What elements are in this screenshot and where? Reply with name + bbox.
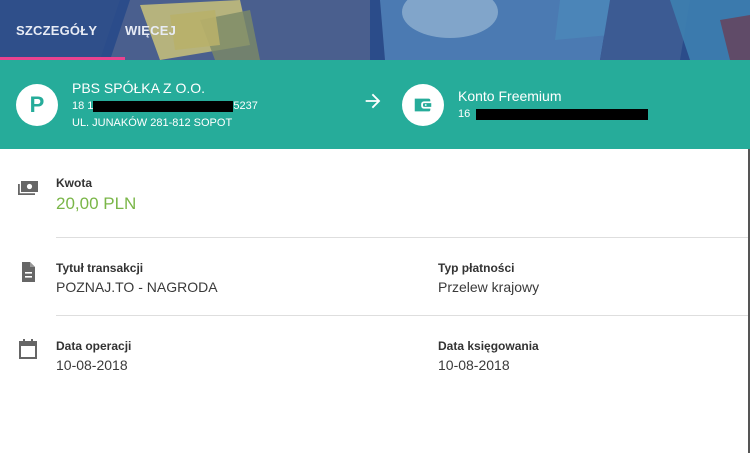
operation-date-field: Data operacji 10-08-2018 [56,338,131,374]
wallet-icon [402,83,444,126]
payment-type-value: Przelew krajowy [438,279,540,295]
amount-field: Kwota 20,00 PLN [56,175,136,213]
tab-details[interactable]: SZCZEGÓŁY [0,0,125,60]
sender-account-suffix: 5237 [233,99,258,112]
sender-address: UL. JUNAKÓW 281-812 SOPOT [72,116,233,129]
sender-info: PBS SPÓŁKA Z O.O. 18 1 5237 UL. JUNAKÓW … [72,79,258,131]
sender-avatar: P [16,83,58,126]
payment-type-label: Typ płatności [438,261,515,275]
tab-more-label: WIĘCEJ [125,22,177,38]
sender: P PBS SPÓŁKA Z O.O. 18 1 5237 UL. JUNAKÓ… [16,60,258,149]
transaction-title-field: Tytuł transakcji POZNAJ.TO - NAGRODA [56,260,218,296]
money-icon [18,181,38,195]
amount-row: Kwota 20,00 PLN [0,149,750,237]
recipient-account: 16 [458,107,649,122]
payment-type-field: Typ płatności Przelew krajowy [438,260,539,296]
operation-date-value: 10-08-2018 [56,357,128,373]
sender-name: PBS SPÓŁKA Z O.O. [72,79,206,96]
recipient-account-prefix: 16 [458,108,471,120]
transaction-title-value: POZNAJ.TO - NAGRODA [56,279,218,295]
dates-row: Data operacji 10-08-2018 Data księgowani… [0,316,750,396]
posting-date-label: Data księgowania [438,339,539,353]
tab-details-label: SZCZEGÓŁY [16,22,98,38]
amount-label: Kwota [56,176,92,190]
document-icon [22,262,35,282]
redaction-bar [93,100,234,112]
sender-account: 18 1 5237 [72,99,258,114]
transaction-title-label: Tytuł transakcji [56,261,144,275]
recipient-name: Konto Freemium [458,88,562,104]
transfer-summary: P PBS SPÓŁKA Z O.O. 18 1 5237 UL. JUNAKÓ… [0,60,750,149]
posting-date-field: Data księgowania 10-08-2018 [438,338,539,374]
calendar-icon [19,339,37,359]
recipient-info: Konto Freemium 16 [458,87,649,122]
sender-account-prefix: 18 1 [72,99,94,112]
tab-bar: SZCZEGÓŁY WIĘCEJ [0,0,750,60]
posting-date-value: 10-08-2018 [438,357,510,373]
recipient: Konto Freemium 16 [402,60,649,149]
redaction-bar [476,109,649,120]
amount-value: 20,00 PLN [56,194,137,213]
operation-date-label: Data operacji [56,339,132,353]
tab-more[interactable]: WIĘCEJ [125,0,176,60]
title-row: Tytuł transakcji POZNAJ.TO - NAGRODA Typ… [0,238,750,315]
header-banner: SZCZEGÓŁY WIĘCEJ [0,0,750,60]
transaction-details-page: SZCZEGÓŁY WIĘCEJ P PBS SPÓŁKA Z O.O. 18 … [0,0,750,453]
arrow-right-icon [365,93,381,109]
